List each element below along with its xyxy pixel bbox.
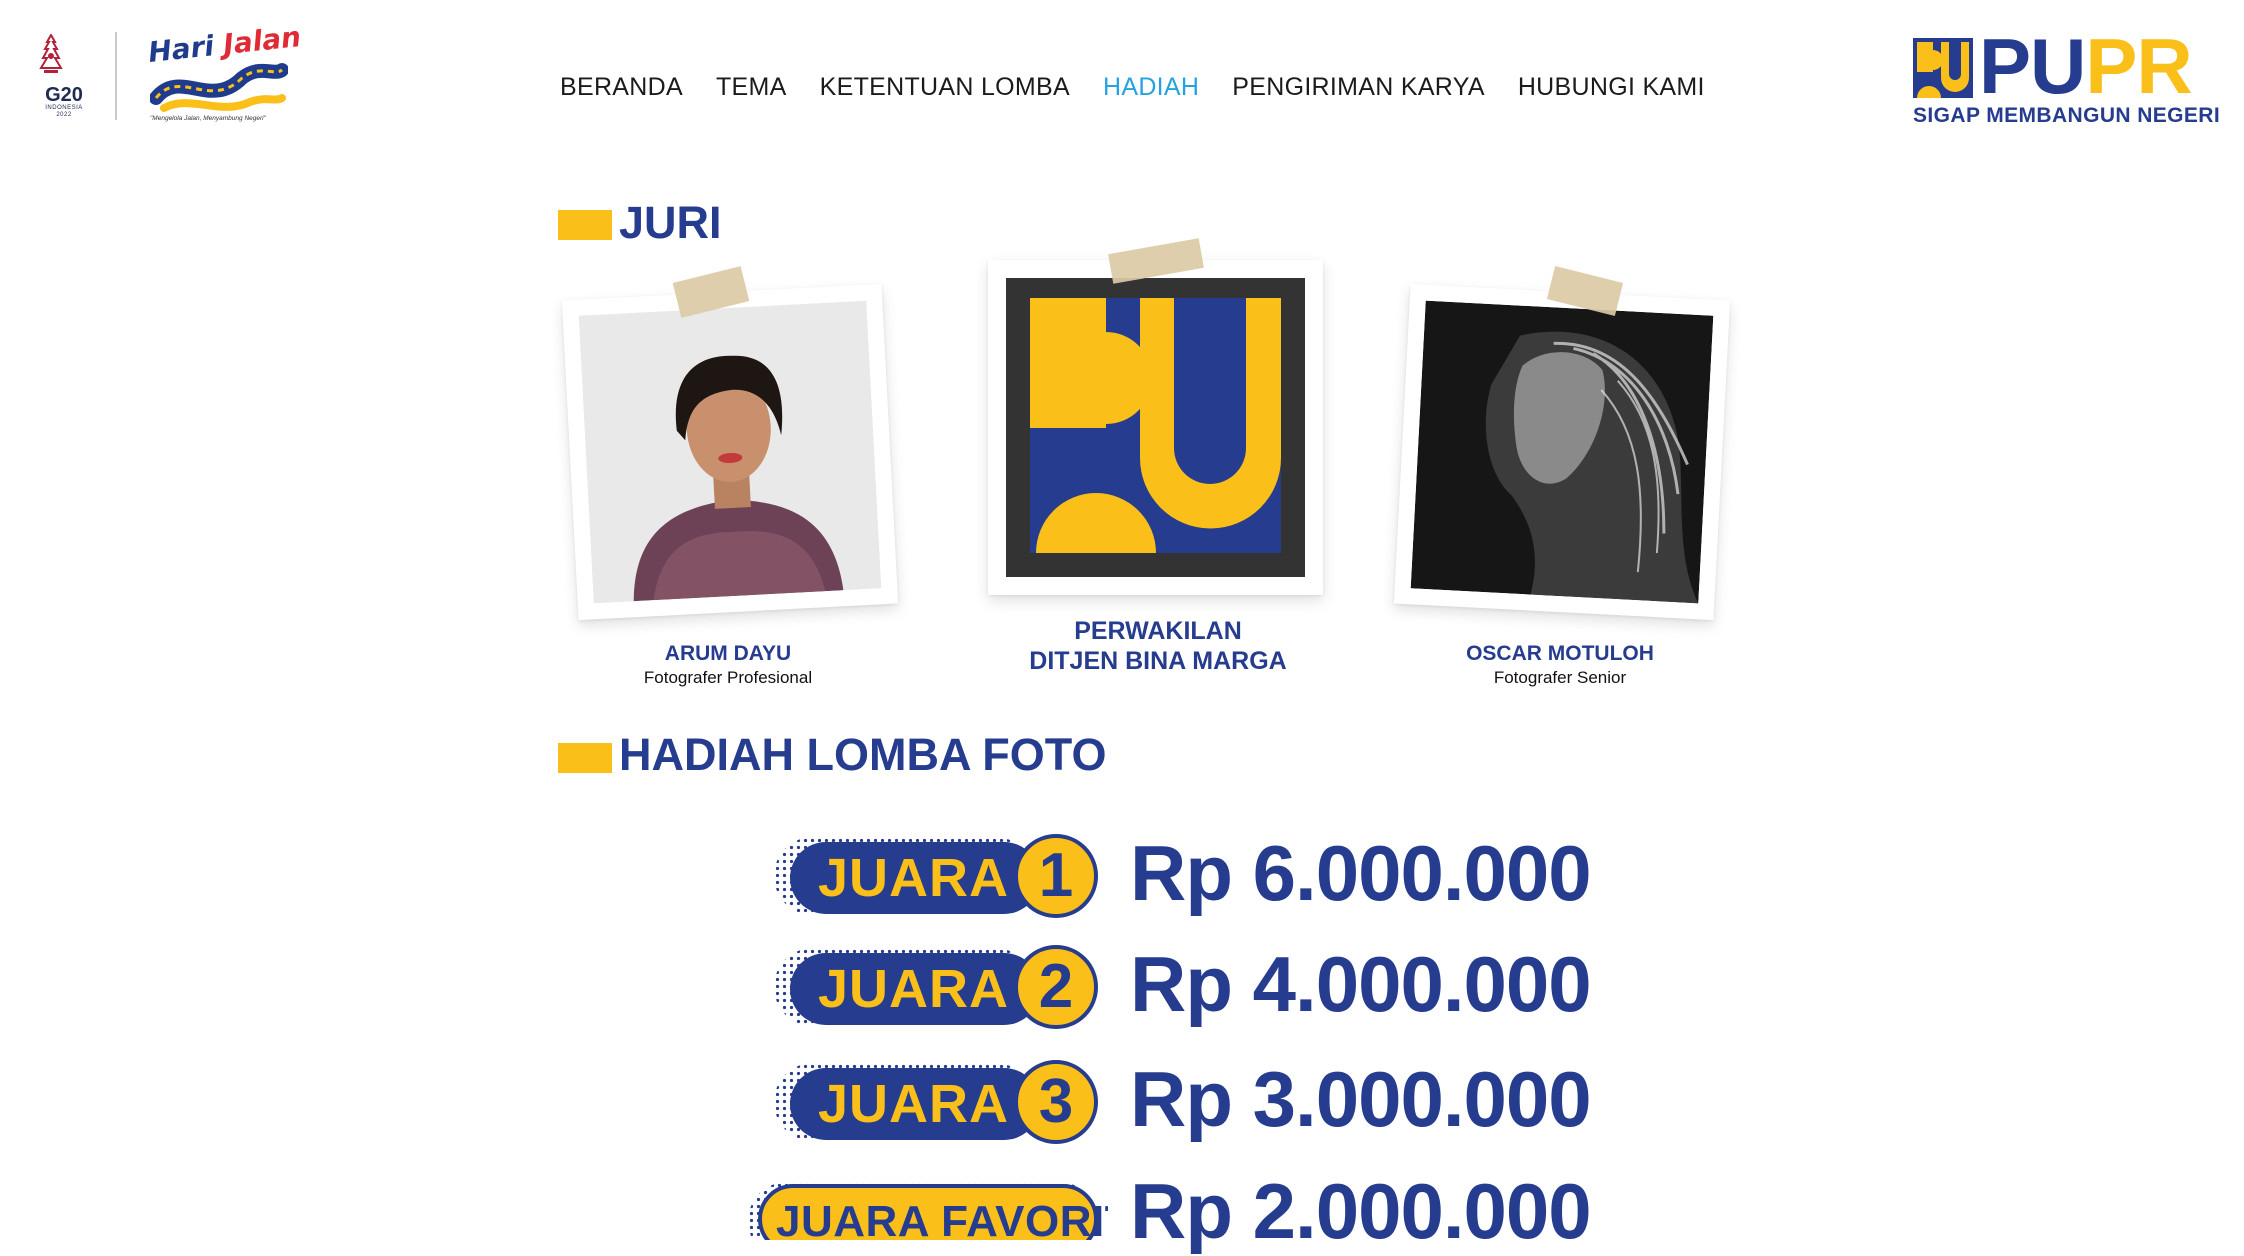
bw-portrait-photo-icon [1410, 300, 1714, 604]
g20-logo: G20 INDONESIA 2022 [36, 32, 92, 124]
hari-jalan-logo[interactable]: Hari Jalan "Mengelola Jalan, Menyambung … [142, 20, 303, 129]
pupr-wordmark: PUPR [1979, 26, 2193, 106]
nav-ketentuan-lomba[interactable]: KETENTUAN LOMBA [820, 72, 1070, 102]
juri-heading-bar [558, 210, 612, 240]
nav-pengiriman-karya[interactable]: PENGIRIMAN KARYA [1232, 72, 1485, 102]
hari-jalan-tagline: "Mengelola Jalan, Menyambung Negeri" [150, 115, 266, 122]
juara-label: JUARA [818, 1074, 1010, 1134]
pupr-pr: PR [2085, 22, 2192, 110]
juara-label: JUARA [818, 959, 1010, 1019]
hadiah-heading: HADIAH LOMBA FOTO [619, 729, 1107, 780]
juri-name: ARUM DAYU [664, 642, 792, 665]
juri-polaroid [561, 283, 899, 621]
nav-tema[interactable]: TEMA [716, 72, 787, 102]
juri-role: Fotografer Senior [1493, 668, 1627, 687]
g20-sub-country: INDONESIA [45, 105, 83, 111]
prize-row-1-badge: JUARA 1 [774, 826, 1114, 926]
header-divider [115, 32, 117, 120]
road-map-icon [150, 63, 288, 112]
hari-word: Hari [146, 29, 216, 69]
juri-card-bina-marga: PERWAKILAN DITJEN BINA MARGA [988, 238, 1328, 696]
pu-logo-icon [1006, 278, 1305, 577]
pupr-pu: PU [1979, 22, 2086, 110]
juri-name: OSCAR MOTULOH [1466, 642, 1654, 665]
main-nav: BERANDA TEMA KETENTUAN LOMBA HADIAH PENG… [560, 72, 1705, 102]
rank-badge: 1 [1014, 834, 1098, 918]
rank-badge: 3 [1014, 1060, 1098, 1144]
juri-card-oscar-motuloh: OSCAR MOTULOH Fotografer Senior [1390, 266, 1731, 700]
pu-emblem-icon [1913, 38, 1973, 98]
portrait-photo-icon [578, 300, 882, 604]
juara-label: JUARA [818, 848, 1010, 908]
nav-beranda[interactable]: BERANDA [560, 72, 683, 102]
prize-amount-favorit: Rp 2.000.000 [1130, 1167, 1592, 1255]
g20-emblem-icon [39, 32, 63, 73]
prize-amount-2: Rp 4.000.000 [1130, 940, 1592, 1028]
jalan-word: Jalan [221, 20, 303, 62]
hadiah-heading-bar [558, 743, 612, 773]
pupr-tagline: SIGAP MEMBANGUN NEGERI [1913, 104, 2221, 127]
prize-row-favorit-badge: JUARA FAVORIT [748, 1176, 1108, 1240]
pupr-logo[interactable]: PUPR SIGAP MEMBANGUN NEGERI [1913, 26, 2220, 130]
juri-name-line-2: DITJEN BINA MARGA [1029, 647, 1287, 675]
rank-badge: 2 [1014, 945, 1098, 1029]
g20-sub-year: 2022 [56, 112, 72, 118]
nav-hadiah[interactable]: HADIAH [1103, 72, 1199, 102]
nav-hubungi-kami[interactable]: HUBUNGI KAMI [1518, 72, 1705, 102]
juri-polaroid [1393, 283, 1731, 621]
prize-amount-1: Rp 6.000.000 [1130, 829, 1592, 917]
prize-row-3-badge: JUARA 3 [774, 1052, 1114, 1152]
juri-card-arum-dayu: ARUM DAYU Fotografer Profesional [558, 266, 899, 700]
juri-polaroid [988, 260, 1323, 595]
juri-name-line-1: PERWAKILAN [1074, 617, 1242, 645]
prize-row-2-badge: JUARA 2 [774, 937, 1114, 1037]
prize-amount-3: Rp 3.000.000 [1130, 1055, 1592, 1143]
juri-role: Fotografer Profesional [643, 668, 813, 687]
juri-heading: JURI [619, 197, 722, 248]
g20-label: G20 [45, 84, 83, 106]
juara-favorit-label: JUARA FAVORIT [776, 1197, 1108, 1240]
